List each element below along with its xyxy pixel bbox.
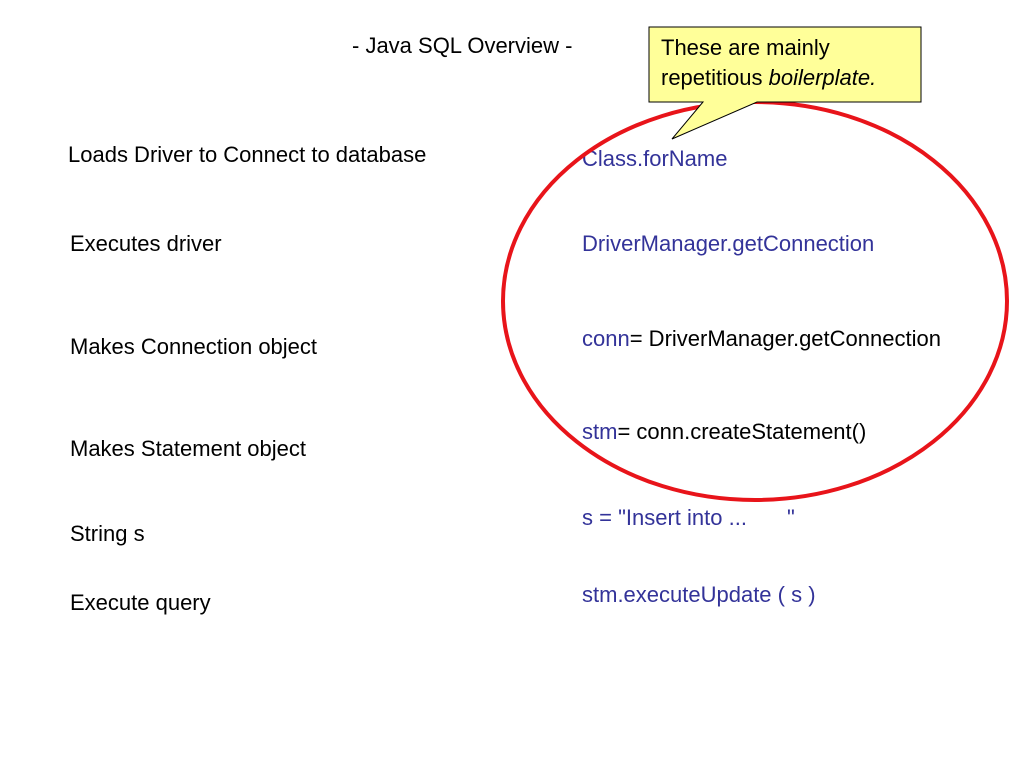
callout-line-2-plain: repetitious	[661, 65, 769, 90]
slide: - Java SQL Overview - Loads Driver to Co…	[0, 0, 1024, 768]
code-get-connection: DriverManager.getConnection	[582, 231, 874, 257]
code-black-part: = conn.createStatement()	[617, 419, 867, 444]
row-description-string-s: String s	[70, 521, 145, 546]
code-execute-update: stm.executeUpdate ( s )	[582, 582, 816, 608]
code-blue-part: stm.executeUpdate ( s )	[582, 582, 816, 607]
code-blue-part-end: "	[786, 505, 795, 530]
callout-line-1: These are mainly	[661, 35, 830, 60]
callout-line-2-italic: boilerplate.	[768, 65, 877, 90]
code-blue-part: conn	[582, 326, 630, 351]
callout-line-2: repetitious boilerplate.	[661, 63, 876, 93]
row-description-execute-query: Execute query	[70, 590, 211, 615]
row-description-load-driver: Loads Driver to Connect to database	[68, 142, 427, 167]
code-string-s: s = "Insert into ... "	[582, 505, 795, 531]
row-description-statement-object: Makes Statement object	[70, 436, 307, 461]
code-blue-part: DriverManager.getConnection	[582, 231, 875, 256]
row-description-connection-object: Makes Connection object	[70, 334, 318, 359]
row-description-executes-driver: Executes driver	[70, 231, 222, 256]
code-blue-part: stm	[582, 419, 618, 444]
code-class-forname: Class.forName	[582, 146, 727, 172]
callout-text: These are mainly repetitious boilerplate…	[661, 33, 876, 93]
code-stm-assignment: stm= conn.createStatement()	[582, 419, 866, 445]
slide-title: - Java SQL Overview -	[352, 33, 573, 58]
code-black-part: = DriverManager.getConnection	[629, 326, 941, 351]
code-blue-part: Class.forName	[582, 146, 728, 171]
annotation-layer	[501, 26, 1009, 502]
code-conn-assignment: conn= DriverManager.getConnection	[582, 326, 941, 352]
code-blue-part: s = "Insert into ...	[582, 505, 747, 530]
